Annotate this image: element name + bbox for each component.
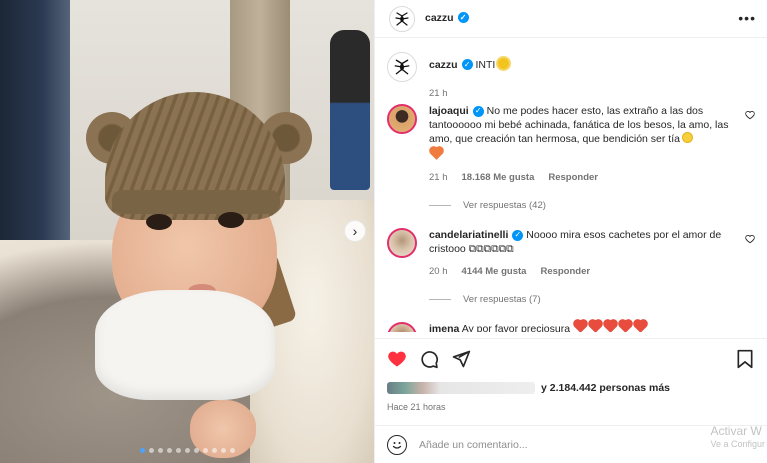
photo-hat-brim <box>112 190 280 214</box>
instagram-post-modal: › cazzu ✓ ••• cazzu ✓ INTI 21 h lajoaqui… <box>0 0 767 463</box>
comment-body: lajoaqui ✓ No me podes hacer esto, las ex… <box>429 104 729 163</box>
bookmark-icon <box>737 349 753 369</box>
author-username-text[interactable]: cazzu <box>425 12 454 24</box>
photo-bib <box>95 290 275 400</box>
red-heart-emoji-icon <box>589 320 602 332</box>
comment-meta: 21 h 18.168 Me gusta Responder <box>429 172 598 183</box>
spider-logo-icon <box>395 12 409 26</box>
comment-like-heart-icon[interactable] <box>745 110 755 120</box>
share-button[interactable] <box>451 349 471 369</box>
red-heart-emoji-icon <box>604 320 617 332</box>
comment-button[interactable] <box>419 349 439 369</box>
comment-likes[interactable]: 4144 Me gusta <box>462 266 527 277</box>
commenter-avatar[interactable] <box>387 104 417 134</box>
comment-like-heart-icon[interactable] <box>745 234 755 244</box>
carousel-dot <box>202 448 208 453</box>
red-heart-emoji-icon <box>634 320 647 332</box>
emoji-picker-button[interactable] <box>387 435 407 455</box>
caption-text-row: cazzu ✓ INTI <box>429 58 510 71</box>
sun-emoji-icon <box>498 58 510 69</box>
verified-badge-icon: ✓ <box>472 105 484 117</box>
comment-text: Ay por favor preciosura <box>461 323 571 332</box>
post-side-panel: cazzu ✓ ••• cazzu ✓ INTI 21 h lajoaqui ✓… <box>374 0 767 463</box>
photo-eye-right <box>218 212 244 228</box>
more-options-icon[interactable]: ••• <box>738 10 756 26</box>
add-comment-bar <box>375 425 767 463</box>
caption-username[interactable]: cazzu <box>429 59 458 71</box>
comment-icon <box>421 351 438 369</box>
commenter-username[interactable]: lajoaqui <box>429 105 469 117</box>
caption-time[interactable]: 21 h <box>429 88 448 99</box>
carousel-dot <box>220 448 226 453</box>
orange-heart-emoji-icon <box>430 147 443 160</box>
commenter-username[interactable]: candelariatinelli <box>429 229 508 241</box>
red-heart-emoji-icon <box>619 320 632 332</box>
author-username[interactable]: cazzu ✓ <box>425 12 469 24</box>
carousel-dot <box>229 448 235 453</box>
carousel-dot <box>193 448 199 453</box>
comment-time[interactable]: 21 h <box>429 172 448 183</box>
post-time-ago[interactable]: Hace 21 horas <box>387 402 446 412</box>
add-comment-input[interactable] <box>419 434 679 456</box>
author-avatar[interactable] <box>389 6 415 32</box>
replies-divider <box>429 299 451 300</box>
crying-emoji-icon <box>682 132 693 143</box>
share-icon <box>452 350 471 368</box>
post-photo[interactable]: › <box>0 0 374 463</box>
replies-divider <box>429 205 451 206</box>
likes-count-text: y 2.184.442 personas más <box>541 382 670 394</box>
carousel-dot <box>211 448 217 453</box>
emoji-icon <box>392 442 402 449</box>
reply-button[interactable]: Responder <box>540 266 590 277</box>
chevron-right-icon: › <box>352 223 358 239</box>
carousel-next-button[interactable]: › <box>344 220 366 242</box>
comment-body: candelariatinelli ✓ Noooo mira esos cache… <box>429 228 729 256</box>
spider-logo-icon <box>394 59 410 75</box>
heart-filled-icon <box>388 351 406 367</box>
comment-body: imena Ay por favor preciosura <box>429 320 729 332</box>
comment-likes[interactable]: 18.168 Me gusta <box>462 172 535 183</box>
like-button[interactable] <box>387 349 407 369</box>
comment-meta: 20 h 4144 Me gusta Responder <box>429 266 590 277</box>
commenter-avatar[interactable] <box>387 322 417 332</box>
likes-count-value: y 2.184.442 personas más <box>541 382 671 394</box>
commenter-avatar[interactable] <box>387 228 417 258</box>
comment-time[interactable]: 20 h <box>429 266 448 277</box>
view-replies-button[interactable]: Ver respuestas (7) <box>429 294 541 305</box>
verified-badge-icon: ✓ <box>512 229 524 241</box>
photo-background-person <box>330 30 370 190</box>
view-replies-label: Ver respuestas (42) <box>463 200 546 211</box>
photo-eye-left <box>146 214 172 230</box>
watermark-line-1: Activar W <box>710 424 762 438</box>
red-heart-emoji-icon <box>574 320 587 332</box>
comments-list[interactable]: cazzu ✓ INTI 21 h lajoaqui ✓ No me podes h… <box>375 42 767 332</box>
watermark-line-2: Ve a Configur <box>710 439 765 449</box>
carousel-dot <box>157 448 163 453</box>
carousel-dot <box>184 448 190 453</box>
carousel-dots <box>0 448 374 453</box>
liked-by-avatars-blurred <box>387 382 535 394</box>
reply-button[interactable]: Responder <box>548 172 598 183</box>
carousel-dot <box>166 448 172 453</box>
verified-badge-icon: ✓ <box>461 59 473 70</box>
post-header: cazzu ✓ ••• <box>375 0 767 38</box>
view-replies-button[interactable]: Ver respuestas (42) <box>429 200 546 211</box>
carousel-dot <box>139 448 145 453</box>
likes-summary[interactable]: y 2.184.442 personas más <box>387 382 670 394</box>
view-replies-label: Ver respuestas (7) <box>463 294 541 305</box>
action-bar <box>375 338 767 374</box>
caption-text: INTI <box>475 59 496 71</box>
save-button[interactable] <box>735 349 755 369</box>
carousel-dot <box>148 448 154 453</box>
windows-activation-watermark: Activar W Ve a Configur <box>710 425 765 451</box>
caption-author-avatar[interactable] <box>387 52 417 82</box>
carousel-dot <box>175 448 181 453</box>
commenter-username[interactable]: imena <box>429 323 459 332</box>
verified-badge-icon: ✓ <box>457 12 469 23</box>
